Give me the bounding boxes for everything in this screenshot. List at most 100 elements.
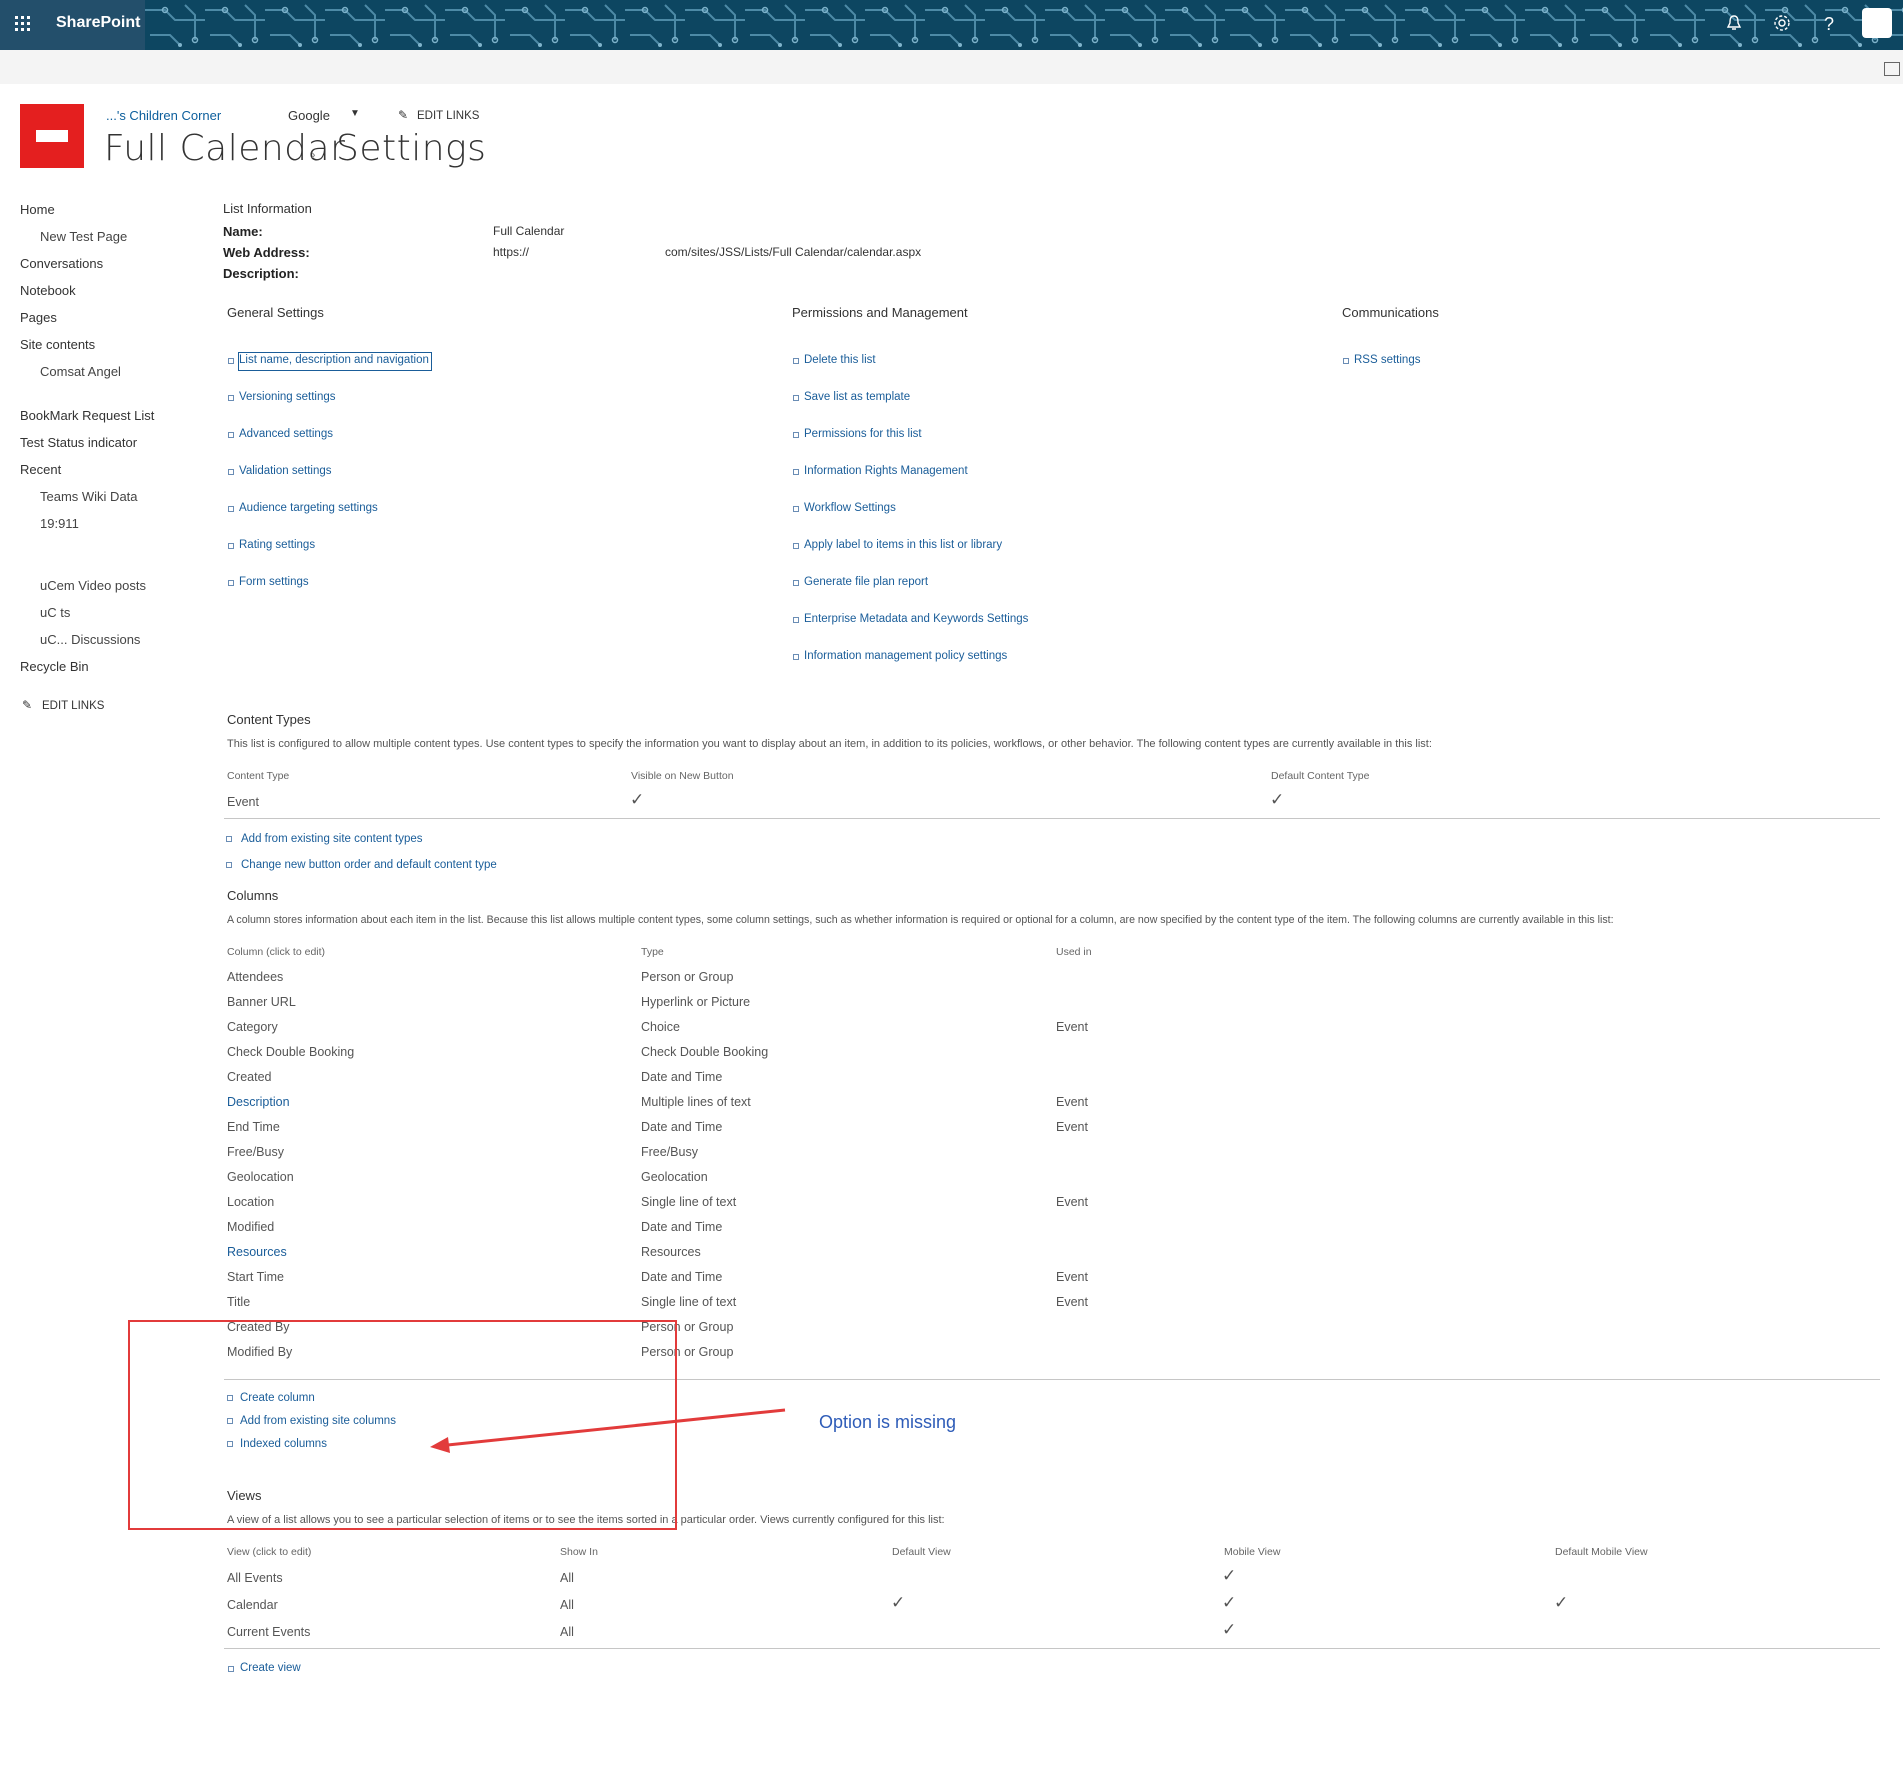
nav-item-new-test-page[interactable]: New Test Page	[40, 229, 127, 244]
top-nav-google-link[interactable]: Google	[288, 108, 330, 123]
column-name-check-double-booking[interactable]: Check Double Booking	[227, 1045, 354, 1059]
bullet-icon	[228, 469, 234, 475]
waffle-icon[interactable]	[14, 15, 32, 33]
circuit-pattern-banner	[145, 0, 1903, 50]
col-header-default-ct: Default Content Type	[1271, 770, 1370, 782]
nav-item-site-contents[interactable]: Site contents	[20, 337, 95, 352]
link-add-existing-content-types[interactable]: Add from existing site content types	[241, 833, 423, 845]
column-name-category[interactable]: Category	[227, 1020, 278, 1034]
link-enterprise-metadata[interactable]: Enterprise Metadata and Keywords Setting…	[804, 613, 1028, 625]
nav-item-home[interactable]: Home	[20, 202, 55, 217]
help-icon[interactable]: ?	[1818, 14, 1840, 35]
list-info-heading: List Information	[223, 201, 312, 216]
column-name-start-time[interactable]: Start Time	[227, 1270, 284, 1284]
link-workflow-settings[interactable]: Workflow Settings	[804, 502, 896, 514]
column-name-free-busy[interactable]: Free/Busy	[227, 1145, 284, 1159]
nav-item-discussions[interactable]: uC... Discussions	[40, 632, 140, 647]
column-name-attendees[interactable]: Attendees	[227, 970, 283, 984]
top-nav-site-link[interactable]: ...'s Children Corner	[106, 108, 221, 123]
col-header-default-view: Default View	[892, 1546, 951, 1558]
nav-item-comsat-angel[interactable]: Comsat Angel	[40, 364, 121, 379]
column-type: Free/Busy	[641, 1145, 698, 1159]
link-rss-settings[interactable]: RSS settings	[1354, 354, 1420, 366]
bullet-icon	[793, 358, 799, 364]
view-name-all-events[interactable]: All Events	[227, 1571, 283, 1585]
nav-item-teams-wiki[interactable]: Teams Wiki Data	[40, 489, 138, 504]
site-logo-mark	[36, 130, 68, 142]
annotation-text: Option is missing	[819, 1412, 957, 1432]
col-header-type: Type	[641, 946, 664, 958]
column-type: Multiple lines of text	[641, 1095, 751, 1109]
column-name-modified[interactable]: Modified	[227, 1220, 274, 1234]
link-file-plan-report[interactable]: Generate file plan report	[804, 576, 928, 588]
pencil-icon: ✎	[398, 108, 409, 122]
column-name-end-time[interactable]: End Time	[227, 1120, 280, 1134]
nav-item-test-status[interactable]: Test Status indicator	[20, 435, 137, 450]
content-type-event[interactable]: Event	[227, 795, 259, 809]
ribbon-bar	[0, 50, 1903, 84]
nav-item-notebook[interactable]: Notebook	[20, 283, 76, 298]
link-delete-list[interactable]: Delete this list	[804, 354, 876, 366]
link-permissions[interactable]: Permissions for this list	[804, 428, 922, 440]
view-show-in: All	[560, 1598, 574, 1612]
bullet-icon	[228, 543, 234, 549]
general-settings-heading: General Settings	[227, 305, 324, 320]
column-name-geolocation[interactable]: Geolocation	[227, 1170, 294, 1184]
link-apply-label[interactable]: Apply label to items in this list or lib…	[804, 539, 1002, 551]
top-edit-links[interactable]: EDIT LINKS	[417, 110, 479, 122]
link-form-settings[interactable]: Form settings	[239, 576, 309, 588]
link-versioning-settings[interactable]: Versioning settings	[239, 391, 336, 403]
nav-item-uc-ts[interactable]: uC ts	[40, 605, 70, 620]
nav-item-conversations[interactable]: Conversations	[20, 256, 103, 271]
column-type: Person or Group	[641, 970, 734, 984]
bell-icon[interactable]	[1723, 14, 1745, 37]
nav-item-bookmark-request-list[interactable]: BookMark Request List	[20, 408, 154, 423]
link-advanced-settings[interactable]: Advanced settings	[239, 428, 333, 440]
view-name-current-events[interactable]: Current Events	[227, 1625, 310, 1639]
bullet-icon	[793, 543, 799, 549]
nav-item-pages[interactable]: Pages	[20, 310, 57, 325]
link-list-name-description[interactable]: List name, description and navigation	[239, 354, 429, 366]
column-type: Choice	[641, 1020, 680, 1034]
site-logo[interactable]	[20, 104, 84, 168]
link-rating-settings[interactable]: Rating settings	[239, 539, 315, 551]
nav-item-video-posts[interactable]: uCem Video posts	[40, 578, 146, 593]
column-name-created[interactable]: Created	[227, 1070, 271, 1084]
link-validation-settings[interactable]: Validation settings	[239, 465, 331, 477]
app-brand[interactable]: SharePoint	[56, 14, 140, 32]
view-name-calendar[interactable]: Calendar	[227, 1598, 278, 1612]
link-save-as-template[interactable]: Save list as template	[804, 391, 910, 403]
link-change-button-order[interactable]: Change new button order and default cont…	[241, 859, 497, 871]
view-show-in: All	[560, 1625, 574, 1639]
nav-item-thread[interactable]: 19:911	[40, 516, 79, 531]
checkmark-icon: ✓	[1222, 1593, 1237, 1612]
link-info-management-policy[interactable]: Information management policy settings	[804, 650, 1007, 662]
col-header-mobile-view: Mobile View	[1224, 1546, 1281, 1558]
checkmark-icon: ✓	[1222, 1566, 1237, 1585]
chevron-down-icon[interactable]: ▼	[350, 108, 360, 119]
nav-edit-links[interactable]: EDIT LINKS	[42, 700, 104, 712]
column-name-title[interactable]: Title	[227, 1295, 250, 1309]
page-title-list[interactable]: Full Calendar	[104, 128, 345, 169]
column-name-description[interactable]: Description	[227, 1095, 290, 1109]
communications-heading: Communications	[1342, 305, 1439, 320]
divider	[224, 1648, 1880, 1649]
nav-item-recent[interactable]: Recent	[20, 462, 61, 477]
column-used-in: Event	[1056, 1020, 1088, 1034]
link-audience-targeting[interactable]: Audience targeting settings	[239, 502, 378, 514]
column-type: Check Double Booking	[641, 1045, 769, 1059]
bullet-icon	[228, 358, 234, 364]
avatar[interactable]	[1862, 8, 1892, 38]
column-name-banner-url[interactable]: Banner URL	[227, 995, 296, 1009]
column-type: Date and Time	[641, 1120, 723, 1134]
gear-icon[interactable]	[1771, 14, 1793, 37]
nav-item-recycle-bin[interactable]: Recycle Bin	[20, 659, 89, 674]
column-name-location[interactable]: Location	[227, 1195, 274, 1209]
column-name-resources[interactable]: Resources	[227, 1245, 287, 1259]
link-irm[interactable]: Information Rights Management	[804, 465, 968, 477]
column-type: Date and Time	[641, 1070, 723, 1084]
focus-mode-icon[interactable]	[1884, 62, 1900, 76]
column-type: Date and Time	[641, 1220, 723, 1234]
col-header-used-in: Used in	[1056, 946, 1092, 958]
link-create-view[interactable]: Create view	[240, 1662, 301, 1674]
